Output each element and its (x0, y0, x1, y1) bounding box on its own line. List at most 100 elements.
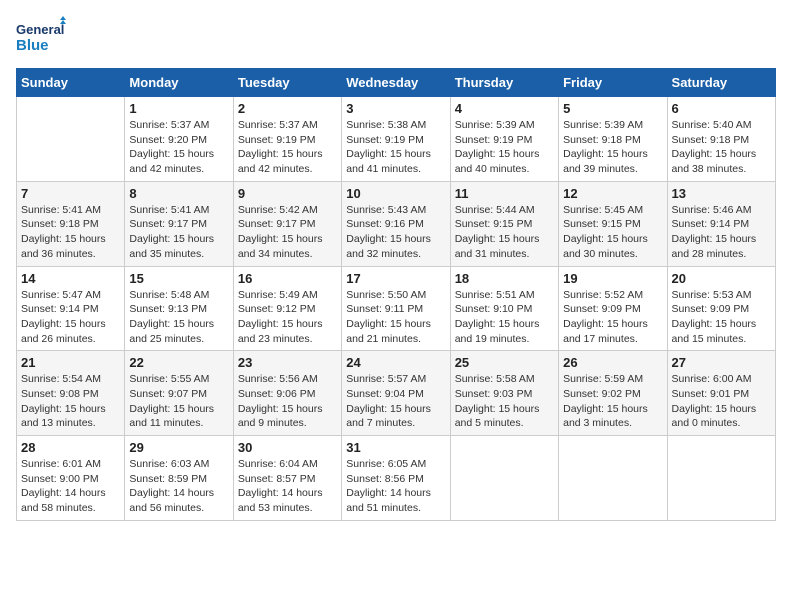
day-number: 19 (563, 271, 662, 286)
day-info: Sunrise: 5:46 AMSunset: 9:14 PMDaylight:… (672, 203, 771, 262)
logo: General Blue (16, 16, 66, 60)
day-number: 15 (129, 271, 228, 286)
day-info: Sunrise: 5:54 AMSunset: 9:08 PMDaylight:… (21, 372, 120, 431)
day-number: 21 (21, 355, 120, 370)
day-info: Sunrise: 5:48 AMSunset: 9:13 PMDaylight:… (129, 288, 228, 347)
day-info: Sunrise: 5:37 AMSunset: 9:19 PMDaylight:… (238, 118, 337, 177)
day-info: Sunrise: 6:00 AMSunset: 9:01 PMDaylight:… (672, 372, 771, 431)
header-wednesday: Wednesday (342, 69, 450, 97)
day-number: 11 (455, 186, 554, 201)
day-info: Sunrise: 5:43 AMSunset: 9:16 PMDaylight:… (346, 203, 445, 262)
calendar-cell: 26 Sunrise: 5:59 AMSunset: 9:02 PMDayligh… (559, 351, 667, 436)
day-info: Sunrise: 6:01 AMSunset: 9:00 PMDaylight:… (21, 457, 120, 516)
calendar-cell: 15 Sunrise: 5:48 AMSunset: 9:13 PMDayligh… (125, 266, 233, 351)
day-info: Sunrise: 5:50 AMSunset: 9:11 PMDaylight:… (346, 288, 445, 347)
day-number: 1 (129, 101, 228, 116)
day-number: 20 (672, 271, 771, 286)
day-number: 2 (238, 101, 337, 116)
day-info: Sunrise: 5:47 AMSunset: 9:14 PMDaylight:… (21, 288, 120, 347)
calendar-cell: 11Sunrise: 5:44 AMSunset: 9:15 PMDayligh… (450, 181, 558, 266)
calendar-cell: 7 Sunrise: 5:41 AMSunset: 9:18 PMDaylight… (17, 181, 125, 266)
calendar-cell: 21 Sunrise: 5:54 AMSunset: 9:08 PMDayligh… (17, 351, 125, 436)
day-info: Sunrise: 6:05 AMSunset: 8:56 PMDaylight:… (346, 457, 445, 516)
day-info: Sunrise: 5:59 AMSunset: 9:02 PMDaylight:… (563, 372, 662, 431)
calendar-cell: 6Sunrise: 5:40 AMSunset: 9:18 PMDaylight… (667, 97, 775, 182)
calendar-cell: 2 Sunrise: 5:37 AMSunset: 9:19 PMDaylight… (233, 97, 341, 182)
day-number: 14 (21, 271, 120, 286)
header-thursday: Thursday (450, 69, 558, 97)
calendar-cell: 8Sunrise: 5:41 AMSunset: 9:17 PMDaylight… (125, 181, 233, 266)
calendar-cell: 9Sunrise: 5:42 AMSunset: 9:17 PMDaylight… (233, 181, 341, 266)
calendar-table: SundayMondayTuesdayWednesdayThursdayFrid… (16, 68, 776, 521)
day-number: 31 (346, 440, 445, 455)
day-info: Sunrise: 6:04 AMSunset: 8:57 PMDaylight:… (238, 457, 337, 516)
calendar-cell: 14 Sunrise: 5:47 AMSunset: 9:14 PMDayligh… (17, 266, 125, 351)
calendar-cell (667, 436, 775, 521)
day-info: Sunrise: 5:49 AMSunset: 9:12 PMDaylight:… (238, 288, 337, 347)
day-number: 18 (455, 271, 554, 286)
day-number: 30 (238, 440, 337, 455)
week-row-1: 1 Sunrise: 5:37 AMSunset: 9:20 PMDaylight… (17, 97, 776, 182)
calendar-cell: 18 Sunrise: 5:51 AMSunset: 9:10 PMDayligh… (450, 266, 558, 351)
header-monday: Monday (125, 69, 233, 97)
day-info: Sunrise: 5:57 AMSunset: 9:04 PMDaylight:… (346, 372, 445, 431)
logo-svg: General Blue (16, 16, 66, 60)
svg-text:Blue: Blue (16, 37, 49, 54)
day-number: 24 (346, 355, 445, 370)
header-sunday: Sunday (17, 69, 125, 97)
day-info: Sunrise: 5:45 AMSunset: 9:15 PMDaylight:… (563, 203, 662, 262)
calendar-cell: 4Sunrise: 5:39 AMSunset: 9:19 PMDaylight… (450, 97, 558, 182)
calendar-cell: 30 Sunrise: 6:04 AMSunset: 8:57 PMDayligh… (233, 436, 341, 521)
day-info: Sunrise: 5:41 AMSunset: 9:18 PMDaylight:… (21, 203, 120, 262)
day-number: 3 (346, 101, 445, 116)
header-saturday: Saturday (667, 69, 775, 97)
calendar-cell: 27 Sunrise: 6:00 AMSunset: 9:01 PMDayligh… (667, 351, 775, 436)
day-number: 23 (238, 355, 337, 370)
calendar-cell (17, 97, 125, 182)
day-info: Sunrise: 5:42 AMSunset: 9:17 PMDaylight:… (238, 203, 337, 262)
calendar-cell: 22 Sunrise: 5:55 AMSunset: 9:07 PMDayligh… (125, 351, 233, 436)
day-number: 28 (21, 440, 120, 455)
calendar-cell: 24 Sunrise: 5:57 AMSunset: 9:04 PMDayligh… (342, 351, 450, 436)
calendar-cell: 17Sunrise: 5:50 AMSunset: 9:11 PMDayligh… (342, 266, 450, 351)
calendar-cell: 28 Sunrise: 6:01 AMSunset: 9:00 PMDayligh… (17, 436, 125, 521)
calendar-cell: 19 Sunrise: 5:52 AMSunset: 9:09 PMDayligh… (559, 266, 667, 351)
day-number: 26 (563, 355, 662, 370)
day-number: 27 (672, 355, 771, 370)
day-info: Sunrise: 6:03 AMSunset: 8:59 PMDaylight:… (129, 457, 228, 516)
day-number: 4 (455, 101, 554, 116)
day-number: 13 (672, 186, 771, 201)
svg-text:General: General (16, 22, 64, 37)
week-row-5: 28 Sunrise: 6:01 AMSunset: 9:00 PMDayligh… (17, 436, 776, 521)
day-info: Sunrise: 5:51 AMSunset: 9:10 PMDaylight:… (455, 288, 554, 347)
day-info: Sunrise: 5:55 AMSunset: 9:07 PMDaylight:… (129, 372, 228, 431)
calendar-cell: 10 Sunrise: 5:43 AMSunset: 9:16 PMDayligh… (342, 181, 450, 266)
day-number: 22 (129, 355, 228, 370)
week-row-4: 21 Sunrise: 5:54 AMSunset: 9:08 PMDayligh… (17, 351, 776, 436)
day-info: Sunrise: 5:40 AMSunset: 9:18 PMDaylight:… (672, 118, 771, 177)
day-number: 5 (563, 101, 662, 116)
calendar-cell (559, 436, 667, 521)
calendar-cell: 16Sunrise: 5:49 AMSunset: 9:12 PMDayligh… (233, 266, 341, 351)
page-header: General Blue (16, 16, 776, 60)
day-number: 7 (21, 186, 120, 201)
calendar-cell: 31 Sunrise: 6:05 AMSunset: 8:56 PMDayligh… (342, 436, 450, 521)
calendar-cell: 5 Sunrise: 5:39 AMSunset: 9:18 PMDaylight… (559, 97, 667, 182)
week-row-2: 7 Sunrise: 5:41 AMSunset: 9:18 PMDaylight… (17, 181, 776, 266)
day-number: 10 (346, 186, 445, 201)
day-info: Sunrise: 5:38 AMSunset: 9:19 PMDaylight:… (346, 118, 445, 177)
day-info: Sunrise: 5:39 AMSunset: 9:18 PMDaylight:… (563, 118, 662, 177)
calendar-cell: 25Sunrise: 5:58 AMSunset: 9:03 PMDayligh… (450, 351, 558, 436)
day-info: Sunrise: 5:52 AMSunset: 9:09 PMDaylight:… (563, 288, 662, 347)
day-number: 25 (455, 355, 554, 370)
calendar-cell: 20Sunrise: 5:53 AMSunset: 9:09 PMDayligh… (667, 266, 775, 351)
day-number: 29 (129, 440, 228, 455)
day-info: Sunrise: 5:56 AMSunset: 9:06 PMDaylight:… (238, 372, 337, 431)
day-info: Sunrise: 5:41 AMSunset: 9:17 PMDaylight:… (129, 203, 228, 262)
calendar-cell: 13 Sunrise: 5:46 AMSunset: 9:14 PMDayligh… (667, 181, 775, 266)
header-tuesday: Tuesday (233, 69, 341, 97)
day-info: Sunrise: 5:37 AMSunset: 9:20 PMDaylight:… (129, 118, 228, 177)
calendar-cell: 29 Sunrise: 6:03 AMSunset: 8:59 PMDayligh… (125, 436, 233, 521)
calendar-cell: 12Sunrise: 5:45 AMSunset: 9:15 PMDayligh… (559, 181, 667, 266)
calendar-header-row: SundayMondayTuesdayWednesdayThursdayFrid… (17, 69, 776, 97)
